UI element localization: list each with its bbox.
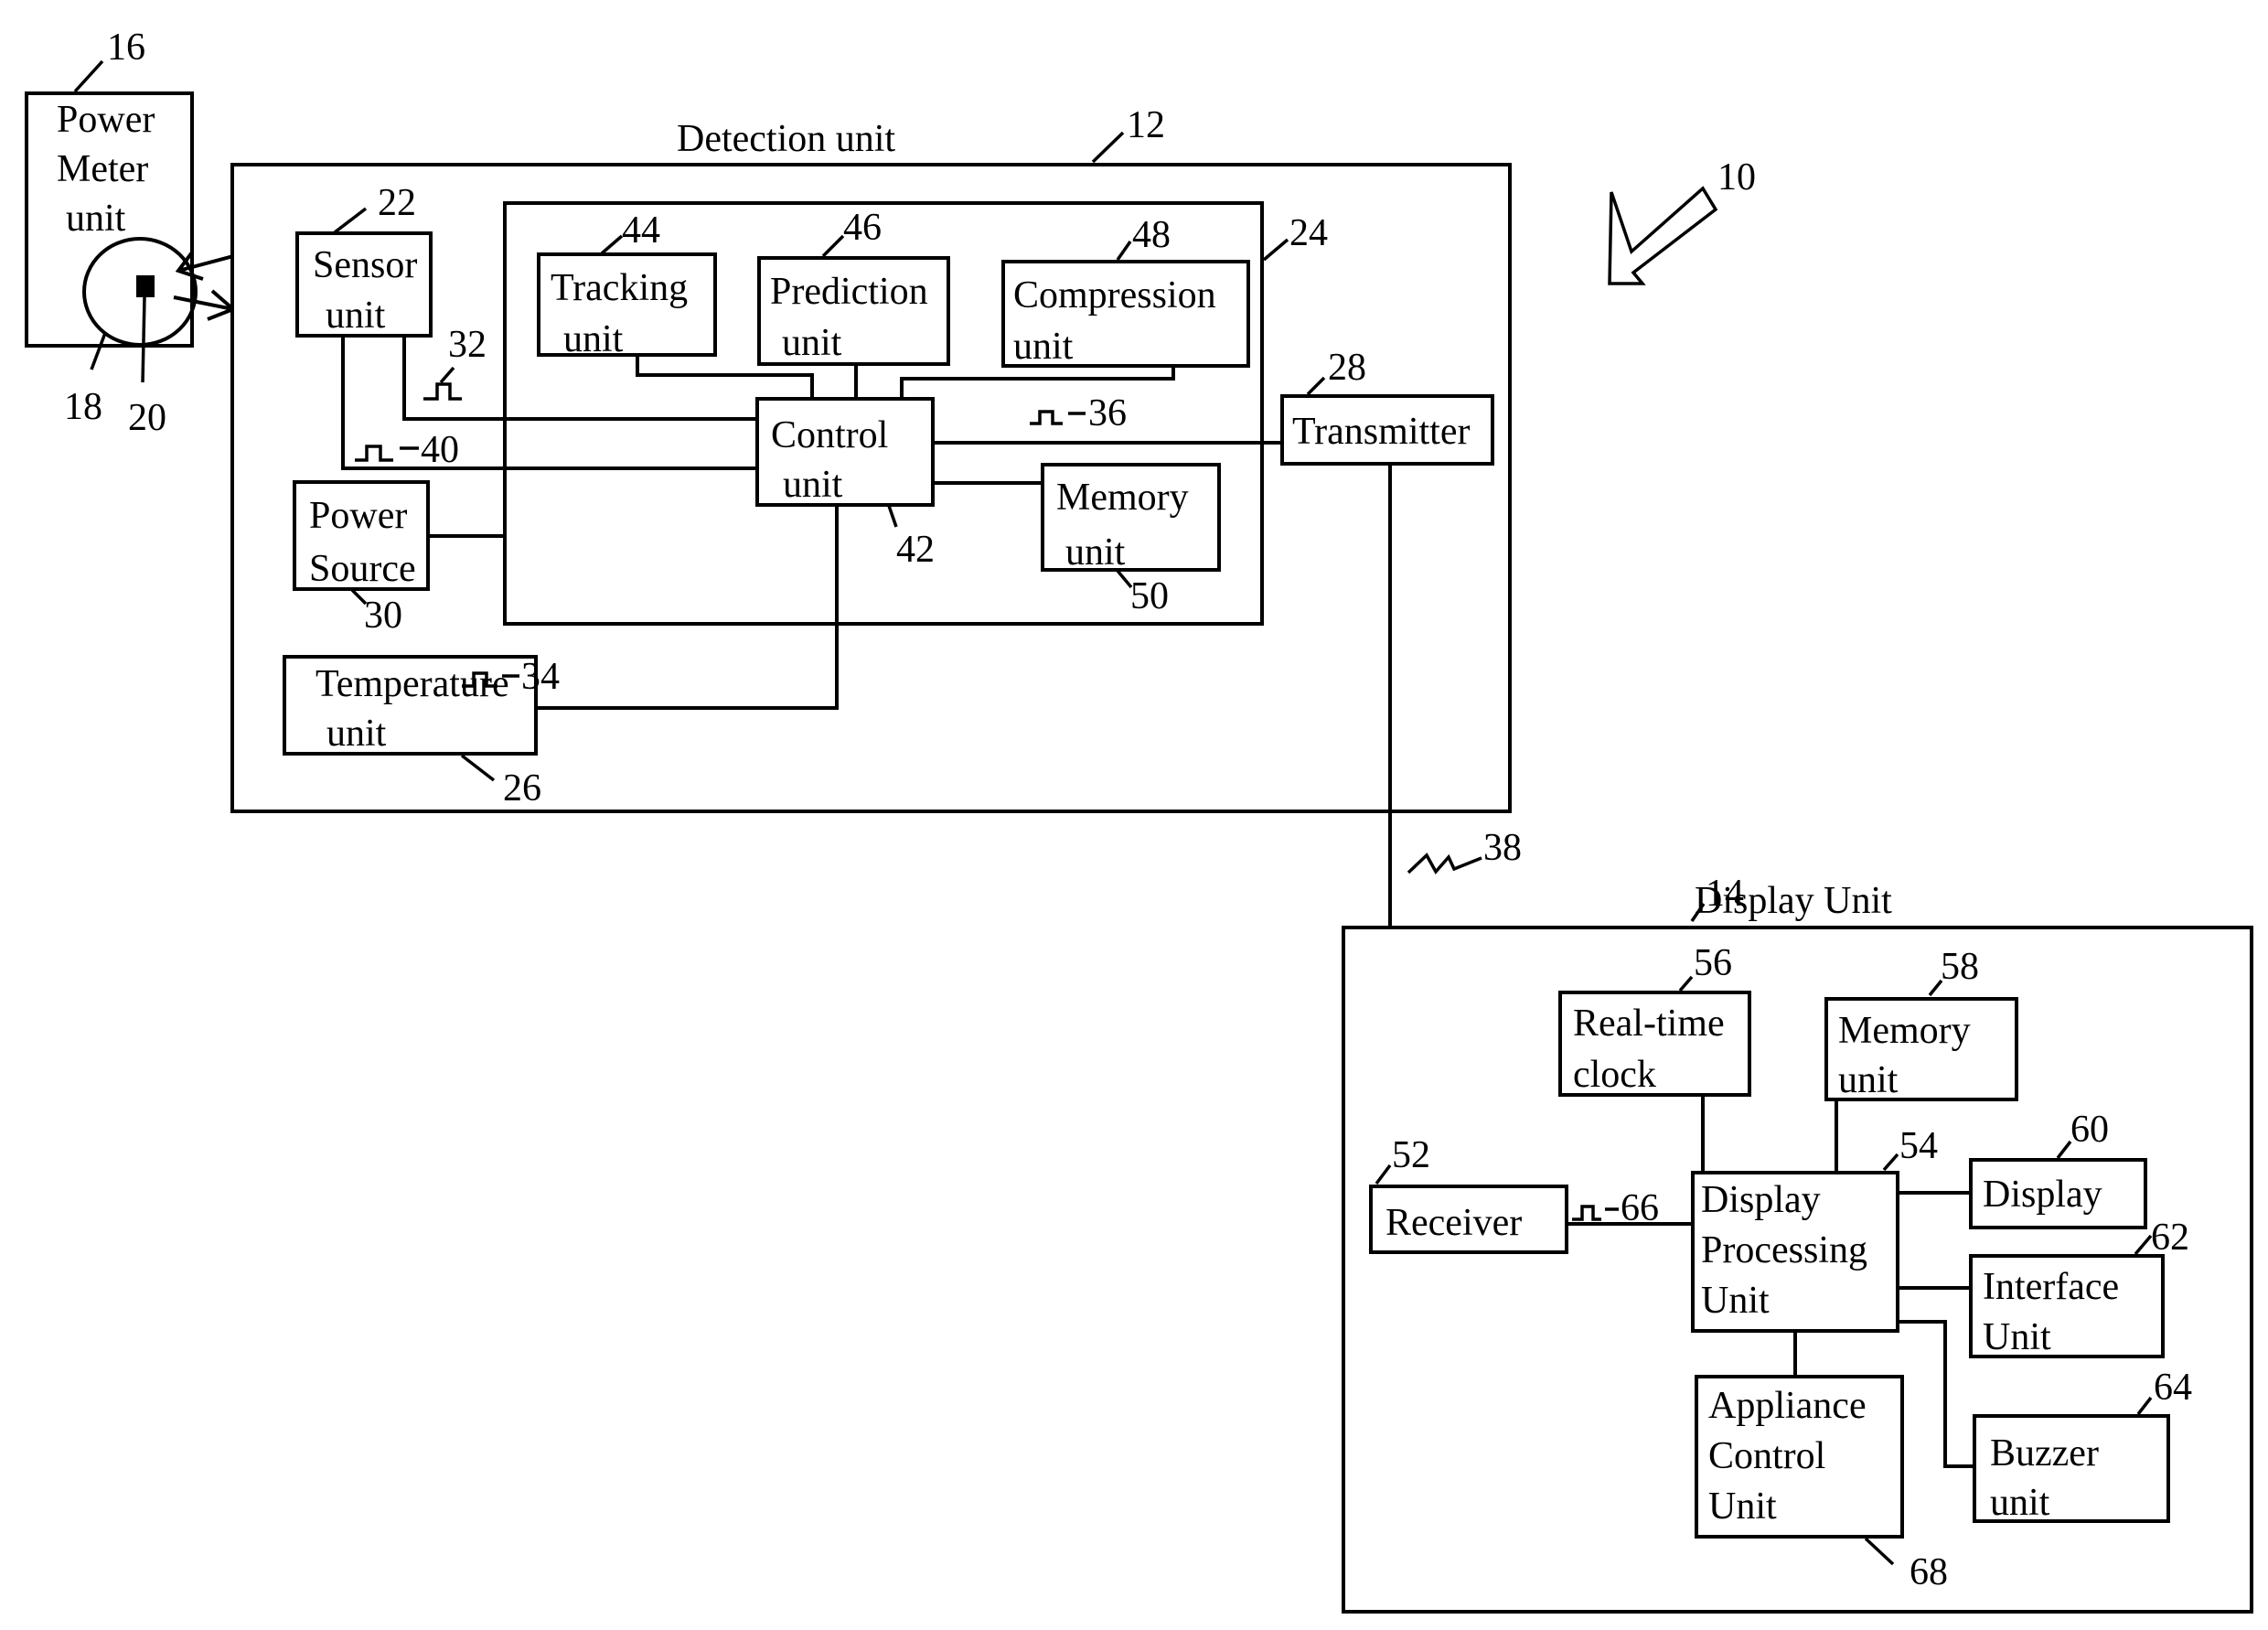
- tracking-unit-label-2: unit: [563, 318, 624, 360]
- ref-14: 14: [1706, 873, 1744, 915]
- power-source-label-2: Source: [309, 548, 416, 590]
- ref-40: 40: [421, 429, 459, 471]
- transmitter-label: Transmitter: [1292, 411, 1470, 453]
- prediction-unit-label-1: Prediction: [770, 271, 928, 313]
- ref-68: 68: [1910, 1551, 1948, 1593]
- power-meter-unit: Power Meter unit 16 18 20: [25, 27, 198, 439]
- display-memory-label-1: Memory: [1838, 1010, 1971, 1052]
- tracking-unit-label-1: Tracking: [551, 267, 688, 309]
- ref-56: 56: [1694, 942, 1732, 984]
- appliance-control-label-2: Control: [1708, 1435, 1825, 1477]
- ref-60: 60: [2070, 1109, 2109, 1151]
- ref-16: 16: [107, 27, 145, 69]
- meter-marker-icon: [136, 275, 155, 297]
- ref-58: 58: [1941, 946, 1979, 988]
- interface-unit-label-2: Unit: [1983, 1316, 2051, 1358]
- ref-20: 20: [128, 397, 166, 439]
- wireless-signal: 38: [1407, 827, 1522, 875]
- ref-32: 32: [448, 324, 487, 366]
- ref-30: 30: [364, 595, 402, 637]
- appliance-control-label-3: Unit: [1708, 1485, 1777, 1528]
- detection-unit: Detection unit 12 24 Sensor unit 22 32 4…: [230, 104, 1512, 1271]
- real-time-clock-label-2: clock: [1573, 1054, 1656, 1096]
- display-label: Display: [1983, 1174, 2102, 1216]
- compression-unit-label-1: Compression: [1013, 274, 1216, 316]
- display-unit: Display Unit 14 Receiver 52 66 Display P…: [1342, 873, 2253, 1614]
- buzzer-unit-label-2: unit: [1990, 1482, 2050, 1524]
- control-unit-label-2: unit: [783, 464, 843, 506]
- control-unit-label-1: Control: [771, 414, 888, 456]
- temperature-unit-label-2: unit: [326, 713, 387, 755]
- ref-24: 24: [1289, 212, 1328, 254]
- buzzer-unit-label-1: Buzzer: [1990, 1432, 2099, 1475]
- memory-unit-label-2: unit: [1065, 531, 1126, 574]
- ref-36: 36: [1088, 392, 1127, 434]
- ref-62: 62: [2151, 1217, 2189, 1259]
- ref-26: 26: [503, 767, 541, 810]
- ref-34: 34: [521, 656, 560, 698]
- lead-12: [1091, 131, 1125, 164]
- appliance-control-label-1: Appliance: [1708, 1385, 1867, 1427]
- sensor-unit-label-1: Sensor: [313, 244, 417, 286]
- ref-50: 50: [1130, 575, 1169, 617]
- ref-12: 12: [1127, 104, 1165, 146]
- ref-10: 10: [1717, 156, 1756, 198]
- system-arrow: 10: [1608, 156, 1756, 285]
- interface-unit-label-1: Interface: [1983, 1266, 2119, 1308]
- display-processing-label-1: Display: [1701, 1179, 1821, 1221]
- ref-38: 38: [1483, 827, 1522, 869]
- compression-unit-label-2: unit: [1013, 326, 1074, 368]
- sensor-unit-label-2: unit: [326, 295, 386, 337]
- block-diagram: Power Meter unit 16 18 20 Detection unit…: [25, 27, 2253, 1614]
- power-meter-label-1: Power: [57, 99, 155, 141]
- ref-18: 18: [64, 386, 102, 428]
- ref-66: 66: [1621, 1187, 1659, 1229]
- power-meter-label-2: Meter: [57, 148, 148, 190]
- power-source-label-1: Power: [309, 495, 407, 537]
- ref-28: 28: [1328, 347, 1366, 389]
- display-processing-label-3: Unit: [1701, 1280, 1770, 1322]
- ref-64: 64: [2154, 1367, 2192, 1409]
- lead-20: [141, 296, 146, 383]
- power-meter-label-3: unit: [66, 198, 126, 240]
- ref-44: 44: [622, 209, 660, 252]
- display-memory-label-2: unit: [1838, 1059, 1899, 1101]
- temperature-unit-label-1: Temperature: [316, 663, 509, 705]
- ref-42: 42: [896, 529, 935, 571]
- display-processing-label-2: Processing: [1701, 1229, 1867, 1271]
- wireless-icon: [1407, 853, 1482, 875]
- receiver-label: Receiver: [1385, 1202, 1522, 1244]
- detection-unit-title: Detection unit: [677, 118, 895, 160]
- memory-unit-label-1: Memory: [1056, 477, 1189, 519]
- real-time-clock-label-1: Real-time: [1573, 1003, 1725, 1045]
- prediction-unit-label-2: unit: [782, 322, 842, 364]
- lead-16: [73, 59, 104, 93]
- ref-48: 48: [1132, 214, 1171, 256]
- ref-22: 22: [378, 182, 416, 224]
- ref-54: 54: [1899, 1125, 1938, 1167]
- ref-52: 52: [1392, 1134, 1430, 1176]
- ref-46: 46: [843, 207, 882, 249]
- system-arrow-icon: [1608, 186, 1718, 285]
